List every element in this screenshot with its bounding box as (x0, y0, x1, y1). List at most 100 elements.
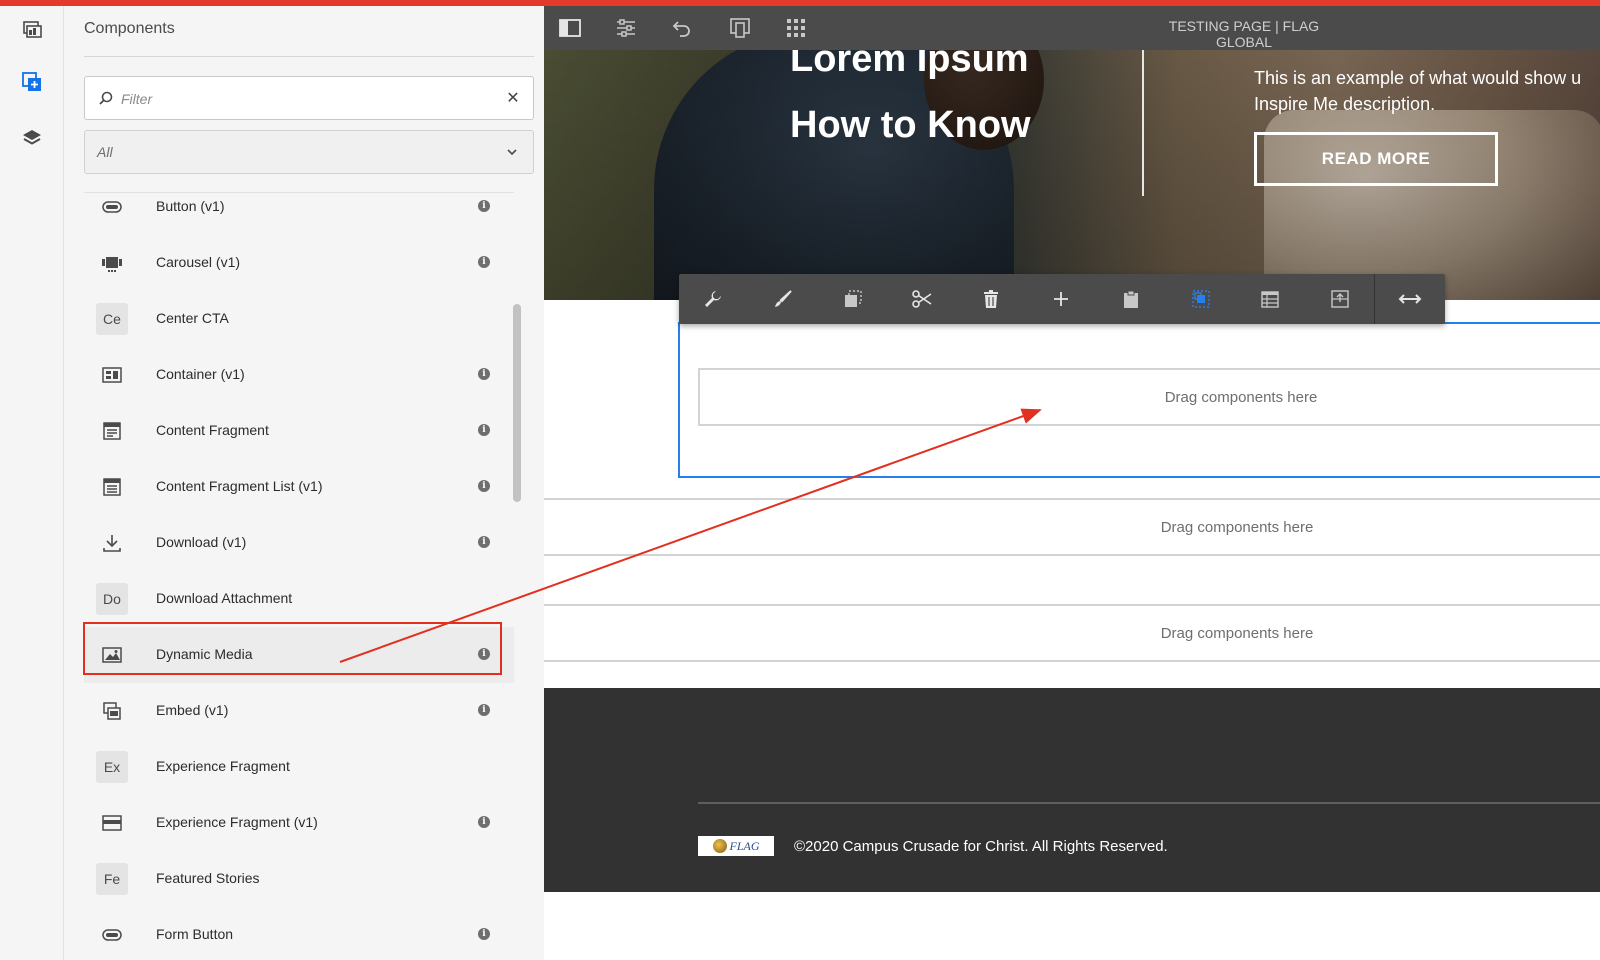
footer-copyright: ©2020 Campus Crusade for Christ. All Rig… (794, 838, 1168, 855)
button-icon (96, 193, 128, 223)
panel-scrollbar[interactable] (510, 192, 524, 960)
list-item[interactable]: Ce Center CTA (84, 291, 514, 347)
component-group-select[interactable]: All (84, 130, 534, 174)
page-canvas: Lorem Ipsum How to Know This is an examp… (544, 50, 1600, 960)
styles-brush-icon[interactable] (769, 285, 797, 313)
item-label: Download Attachment (156, 590, 293, 606)
info-icon[interactable]: i (478, 424, 490, 436)
resize-arrows-icon[interactable] (1396, 285, 1424, 313)
info-icon[interactable]: i (478, 816, 490, 828)
paste-clipboard-icon[interactable] (1117, 285, 1145, 313)
item-label: Content Fragment (156, 422, 269, 438)
components-list: Button (v1) i Carousel (v1) i Ce Center … (84, 192, 514, 960)
side-rail (0, 6, 64, 960)
info-icon[interactable]: i (478, 928, 490, 940)
panel-title: Components (84, 20, 175, 37)
item-label: Download (v1) (156, 534, 247, 550)
experience-fragment-icon (96, 807, 128, 839)
content-fragment-icon (96, 415, 128, 447)
list-item[interactable]: Content Fragment List (v1) i (84, 459, 514, 515)
cut-scissors-icon[interactable] (908, 285, 936, 313)
page-footer: FLAG ©2020 Campus Crusade for Christ. Al… (544, 688, 1600, 892)
item-label: Center CTA (156, 310, 229, 326)
item-label: Carousel (v1) (156, 254, 241, 270)
delete-trash-icon[interactable] (977, 285, 1005, 313)
assets-icon[interactable] (18, 16, 46, 44)
abbreviation-badge: Fe (96, 863, 128, 895)
hero-divider (1142, 50, 1144, 196)
content-fragment-list-icon (96, 471, 128, 503)
list-item[interactable]: Fe Featured Stories (84, 851, 514, 907)
abbreviation-badge: Ce (96, 303, 128, 335)
group-select-icon[interactable] (1187, 285, 1215, 313)
container-icon (96, 359, 128, 391)
item-label: Button (v1) (156, 198, 225, 214)
item-label: Experience Fragment (156, 758, 290, 774)
list-item[interactable]: Form Button i (84, 907, 514, 960)
info-icon[interactable]: i (478, 480, 490, 492)
list-item[interactable]: Ex Experience Fragment (84, 739, 514, 795)
component-toolbar (679, 274, 1445, 324)
hero-title-line-1: Lorem Ipsum (790, 50, 1029, 80)
item-label: Embed (v1) (156, 702, 229, 718)
content-tree-icon[interactable] (18, 124, 46, 152)
list-item[interactable]: Carousel (v1) i (84, 235, 514, 291)
components-icon[interactable] (18, 68, 46, 96)
embed-icon (96, 695, 128, 727)
hero-banner[interactable]: Lorem Ipsum How to Know This is an examp… (544, 50, 1600, 300)
undo-icon[interactable] (668, 14, 696, 42)
carousel-icon (96, 247, 128, 279)
info-icon[interactable]: i (478, 200, 490, 212)
read-more-button[interactable]: READ MORE (1254, 132, 1498, 186)
item-label: Form Button (156, 926, 234, 942)
item-label: Content Fragment List (v1) (156, 478, 323, 494)
drop-zone-label: Drag components here (1164, 388, 1318, 406)
emulator-icon[interactable] (726, 14, 754, 42)
info-icon[interactable]: i (478, 256, 490, 268)
list-item[interactable]: Experience Fragment (v1) i (84, 795, 514, 851)
page-properties-icon[interactable] (612, 14, 640, 42)
hero-title-line-2: How to Know (790, 104, 1031, 146)
item-label: Experience Fragment (v1) (156, 814, 318, 830)
list-item[interactable]: Container (v1) i (84, 347, 514, 403)
editor-toolbar: TESTING PAGE | FLAG GLOBAL (544, 6, 1600, 50)
item-label: Container (v1) (156, 366, 245, 382)
form-button-icon (96, 919, 128, 951)
configure-wrench-icon[interactable] (699, 285, 727, 313)
components-panel: Components ✕ All Button (v1) i Carousel … (64, 6, 554, 960)
insert-plus-icon[interactable] (1047, 285, 1075, 313)
globe-icon (712, 839, 727, 853)
layout-table-icon[interactable] (1256, 285, 1284, 313)
drop-zone[interactable]: Drag components here (698, 368, 1600, 426)
list-item[interactable]: Do Download Attachment (84, 571, 514, 627)
toolbar-separator (1374, 274, 1375, 324)
selected-container[interactable]: Drag components here (678, 322, 1600, 478)
info-icon[interactable]: i (478, 704, 490, 716)
toggle-side-panel-icon[interactable] (556, 14, 584, 42)
drop-zone[interactable]: Drag components here (544, 498, 1600, 556)
logo-text: FLAG (729, 838, 760, 853)
copy-icon[interactable] (839, 285, 867, 313)
footer-logo[interactable]: FLAG (698, 836, 774, 856)
annotation-highlight-box (83, 622, 502, 675)
abbreviation-badge: Do (96, 583, 128, 615)
drop-zone-label: Drag components here (1160, 518, 1314, 536)
scrollbar-thumb[interactable] (513, 304, 521, 502)
filter-field[interactable]: ✕ (84, 76, 534, 120)
close-icon[interactable]: ✕ (503, 89, 523, 109)
list-item[interactable]: Button (v1) i (84, 193, 514, 235)
select-value: All (97, 144, 113, 160)
list-item[interactable]: Content Fragment i (84, 403, 514, 459)
search-icon (99, 91, 113, 105)
drop-zone-label: Drag components here (1160, 624, 1314, 642)
list-item[interactable]: Embed (v1) i (84, 683, 514, 739)
filter-input[interactable] (121, 86, 481, 112)
list-item[interactable]: Download (v1) i (84, 515, 514, 571)
info-icon[interactable]: i (478, 536, 490, 548)
parent-container-icon[interactable] (1326, 285, 1354, 313)
grid-icon[interactable] (782, 14, 810, 42)
info-icon[interactable]: i (478, 368, 490, 380)
abbreviation-badge: Ex (96, 751, 128, 783)
footer-divider (698, 802, 1600, 804)
drop-zone[interactable]: Drag components here (544, 604, 1600, 662)
